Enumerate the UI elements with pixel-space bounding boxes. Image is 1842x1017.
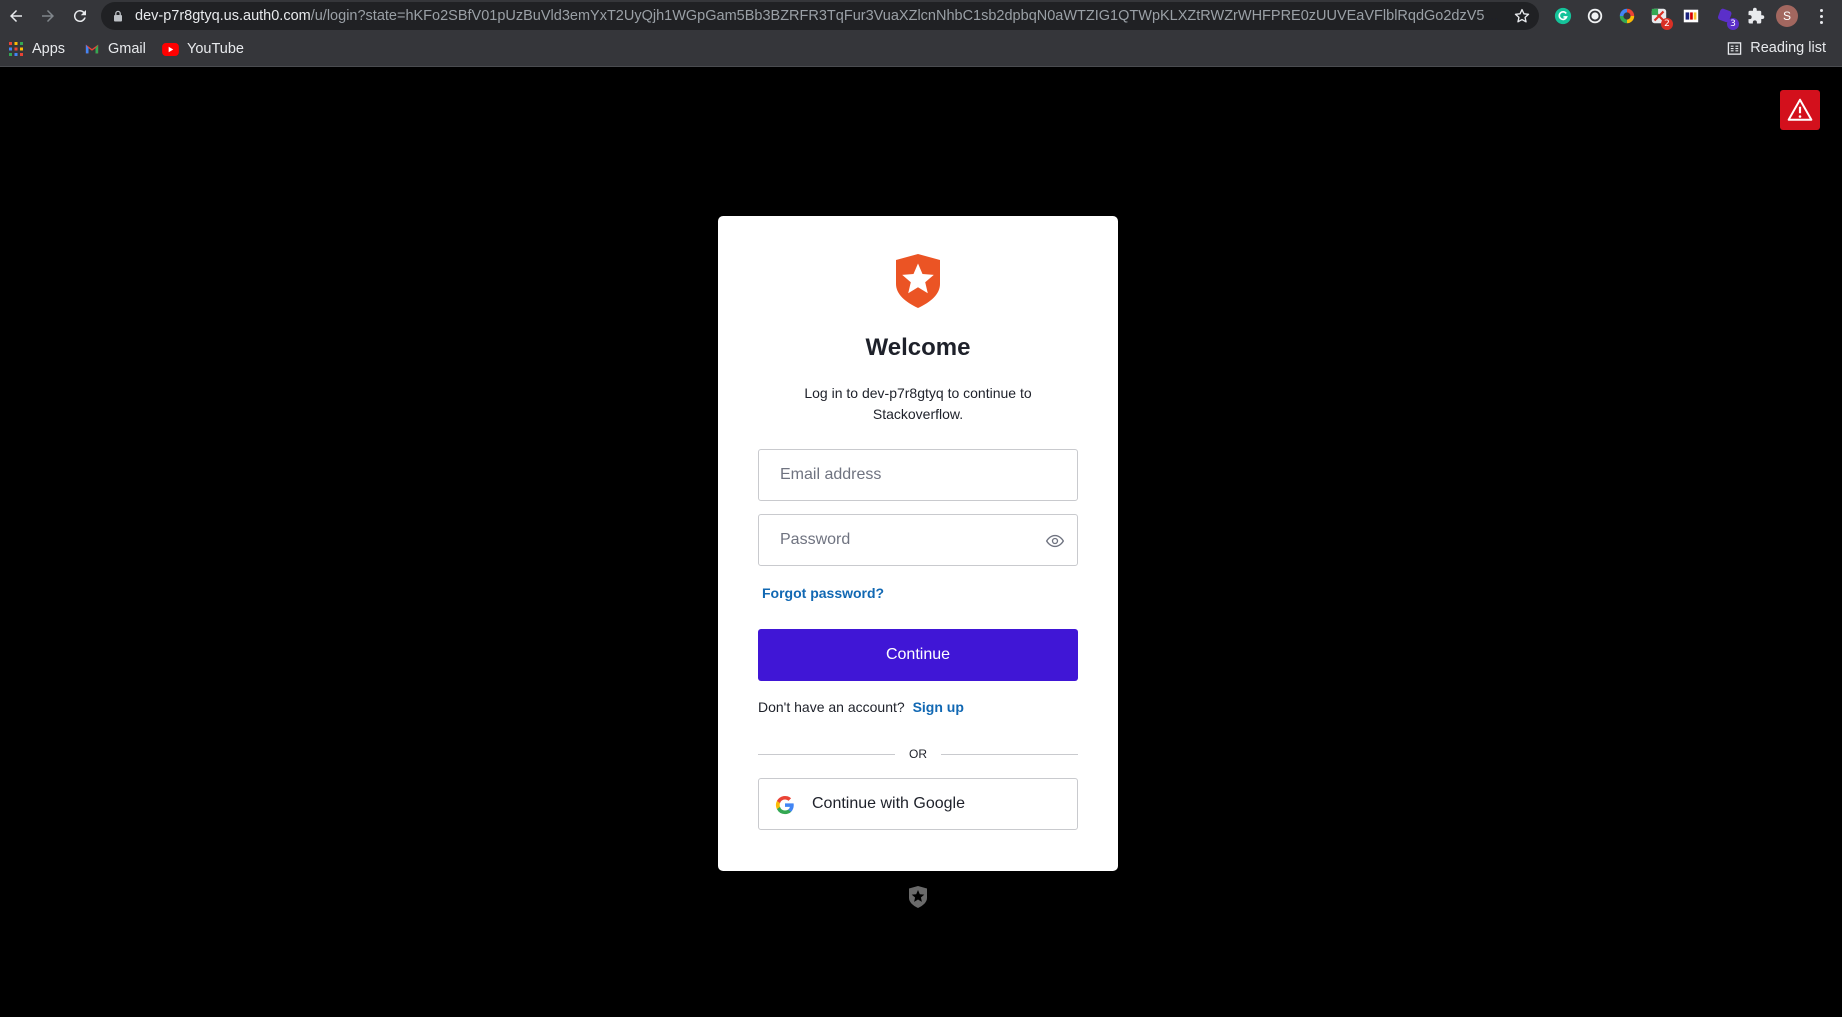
bookmark-label: YouTube	[187, 41, 244, 57]
reload-icon[interactable]	[68, 4, 92, 28]
no-account-text: Don't have an account?	[758, 699, 905, 715]
reading-list-icon	[1727, 41, 1742, 55]
extension-badge: 2	[1661, 18, 1673, 30]
bookmark-label: Gmail	[108, 41, 146, 57]
google-g-icon	[775, 795, 794, 815]
divider-line	[941, 754, 1078, 755]
auth0-footer-logo-icon	[909, 886, 927, 908]
auth0-logo-icon	[896, 254, 940, 308]
lock-icon[interactable]	[112, 10, 124, 22]
profile-avatar[interactable]: S	[1776, 5, 1798, 27]
grammarly-extension-icon[interactable]	[1552, 5, 1574, 27]
bookmark-youtube[interactable]: YouTube	[162, 40, 244, 58]
google-button-label: Continue with Google	[812, 795, 965, 812]
bookmark-label: Apps	[32, 41, 66, 57]
gmail-icon	[85, 44, 99, 54]
browser-toolbar: dev-p7r8gtyq.us.auth0.com/u/login?state=…	[0, 0, 1842, 32]
url-text[interactable]: dev-p7r8gtyq.us.auth0.com/u/login?state=…	[135, 8, 1505, 25]
extension-circle-icon[interactable]	[1584, 5, 1606, 27]
continue-with-google-button[interactable]: Continue with Google	[758, 778, 1078, 830]
email-field[interactable]	[758, 449, 1078, 501]
alert-warning-button[interactable]	[1780, 90, 1820, 130]
warning-icon	[1787, 98, 1813, 121]
continue-button[interactable]: Continue	[758, 629, 1078, 681]
or-divider: OR	[758, 747, 1078, 761]
bookmark-gmail[interactable]: Gmail	[84, 40, 146, 58]
address-bar[interactable]: dev-p7r8gtyq.us.auth0.com/u/login?state=…	[101, 2, 1539, 30]
password-field[interactable]	[758, 514, 1078, 566]
apps-grid-icon	[9, 42, 23, 56]
signup-row: Don't have an account? Sign up	[758, 699, 964, 715]
bookmarks-bar: Apps Gmail YouTube Reading list	[0, 32, 1842, 67]
purple-extension-icon[interactable]: 3	[1714, 5, 1739, 30]
signup-link[interactable]: Sign up	[913, 699, 964, 715]
login-subtitle: Log in to dev-p7r8gtyq to continue to St…	[804, 385, 1032, 422]
back-icon[interactable]	[4, 4, 28, 28]
bookmark-apps[interactable]: Apps	[8, 40, 65, 58]
extensions-puzzle-icon[interactable]	[1745, 5, 1767, 27]
badged-extension-icon[interactable]: 2	[1648, 5, 1673, 30]
browser-menu-icon[interactable]	[1812, 5, 1830, 27]
bookmark-star-icon[interactable]	[1513, 7, 1531, 25]
page-title: Welcome	[865, 334, 971, 361]
extension-badge: 3	[1727, 18, 1739, 30]
reading-list-label: Reading list	[1750, 40, 1826, 56]
password-input[interactable]	[759, 515, 1077, 565]
show-password-eye-icon[interactable]	[1045, 531, 1065, 551]
forgot-password-link[interactable]: Forgot password?	[762, 585, 884, 601]
color-wheel-extension-icon[interactable]	[1616, 5, 1638, 27]
youtube-icon	[162, 42, 179, 56]
reading-list-button[interactable]: Reading list	[1727, 40, 1826, 56]
forward-icon[interactable]	[36, 4, 60, 28]
flag-extension-icon[interactable]	[1680, 5, 1702, 27]
login-card: Welcome Log in to dev-p7r8gtyq to contin…	[718, 216, 1118, 871]
email-input[interactable]	[759, 450, 1077, 500]
